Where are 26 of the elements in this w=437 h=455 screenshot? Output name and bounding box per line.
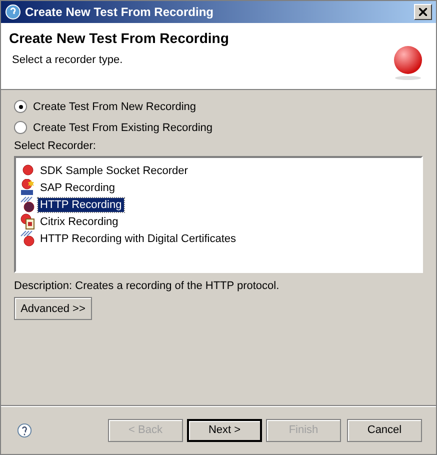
recorder-item[interactable]: Citrix Recording (38, 214, 120, 228)
window-title: Create New Test From Recording (25, 5, 214, 19)
list-label: Select Recorder: (14, 140, 97, 152)
recorder-icon (20, 230, 36, 247)
advanced-button[interactable]: Advanced >> (14, 297, 92, 320)
help-icon[interactable] (17, 422, 32, 438)
recorder-icon (20, 196, 36, 213)
help-icon (5, 4, 21, 20)
close-icon (419, 8, 427, 16)
radio-label: Create Test From Existing Recording (33, 122, 213, 134)
recorder-item[interactable]: SAP Recording (38, 180, 118, 194)
page-title: Create New Test From Recording (9, 30, 230, 46)
recorder-item[interactable]: HTTP Recording (38, 198, 124, 212)
recorder-item[interactable]: HTTP Recording with Digital Certificates (38, 232, 238, 246)
recorder-icon (20, 213, 36, 230)
radio-label: Create Test From New Recording (33, 100, 196, 112)
close-button[interactable] (414, 4, 432, 20)
recorder-icon (20, 179, 36, 196)
record-icon (392, 45, 424, 81)
description-text: Description: Creates a recording of the HTTP protocol. (14, 280, 280, 292)
radio-button[interactable] (14, 121, 27, 134)
dialog-button[interactable]: Next > (187, 418, 262, 442)
dialog-button[interactable]: Cancel (347, 418, 422, 442)
recorder-item[interactable]: SDK Sample Socket Recorder (38, 164, 190, 178)
radio-button[interactable] (14, 100, 27, 113)
page-subtitle: Select a recorder type. (11, 54, 124, 66)
